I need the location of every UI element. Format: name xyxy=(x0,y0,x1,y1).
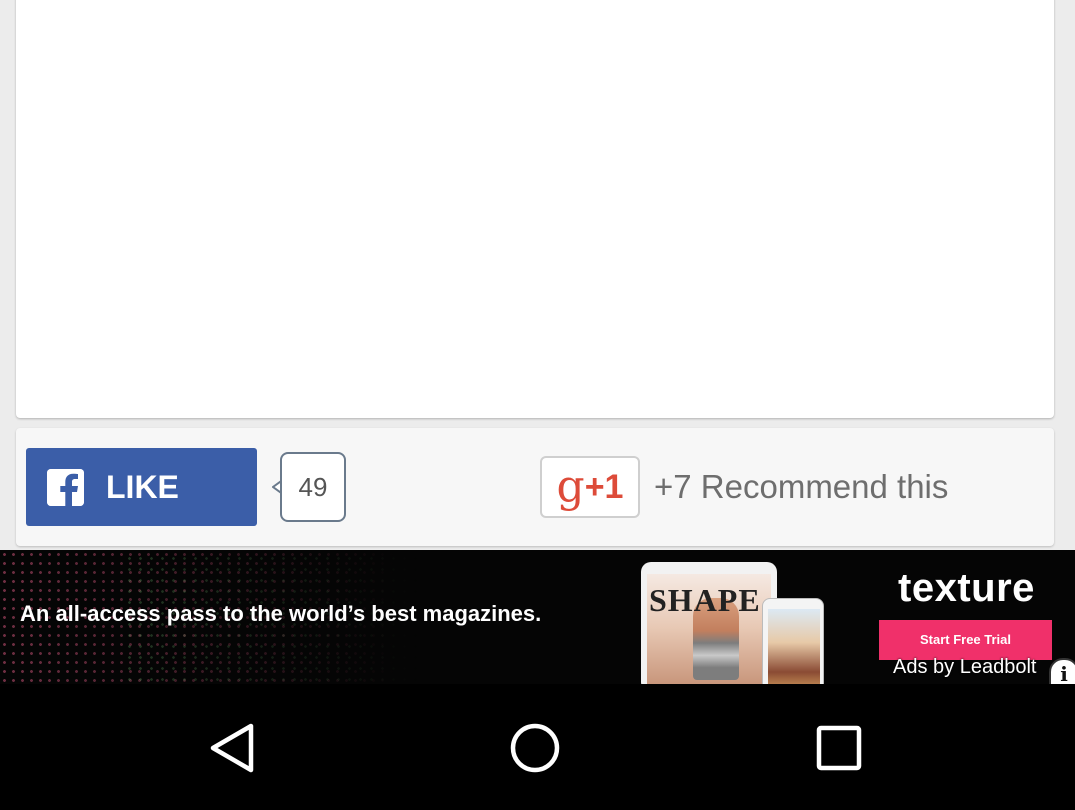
google-plus-one-button[interactable]: g+1 xyxy=(540,456,640,518)
plus-one-label: +1 xyxy=(584,468,624,506)
android-navigation-bar xyxy=(0,684,1075,810)
google-plus-icon: g xyxy=(556,461,585,512)
recents-square-icon xyxy=(816,725,862,771)
nav-home-button[interactable] xyxy=(506,720,566,776)
phone-magazine-cover xyxy=(768,609,820,684)
facebook-like-button[interactable]: LIKE xyxy=(26,448,257,526)
ad-attribution: Ads by Leadbolt xyxy=(893,656,1037,678)
nav-recents-button[interactable] xyxy=(810,720,870,776)
home-circle-icon xyxy=(510,723,560,773)
facebook-icon xyxy=(47,469,84,506)
like-label: LIKE xyxy=(106,469,179,505)
ad-info-icon[interactable]: i xyxy=(1049,658,1075,684)
ad-tablet-image: SHAPE xyxy=(641,562,777,684)
ad-phone-image xyxy=(762,598,824,684)
magazine-title: SHAPE xyxy=(649,582,761,618)
nav-back-button[interactable] xyxy=(204,720,264,776)
social-share-bar: LIKE 49 g+1 +7 Recommend this xyxy=(16,428,1054,546)
recommend-count-text: +7 Recommend this xyxy=(654,468,949,505)
ad-headline: An all-access pass to the world’s best m… xyxy=(20,601,542,626)
screen: LIKE 49 g+1 +7 Recommend this An all-acc… xyxy=(0,0,1075,810)
start-free-trial-button[interactable]: Start Free Trial xyxy=(879,620,1052,660)
texture-logo: texture xyxy=(898,566,1035,610)
like-count-badge: 49 xyxy=(280,452,346,522)
back-triangle-icon xyxy=(210,723,254,773)
ad-banner[interactable]: An all-access pass to the world’s best m… xyxy=(0,550,1075,684)
article-content-card xyxy=(16,0,1054,418)
